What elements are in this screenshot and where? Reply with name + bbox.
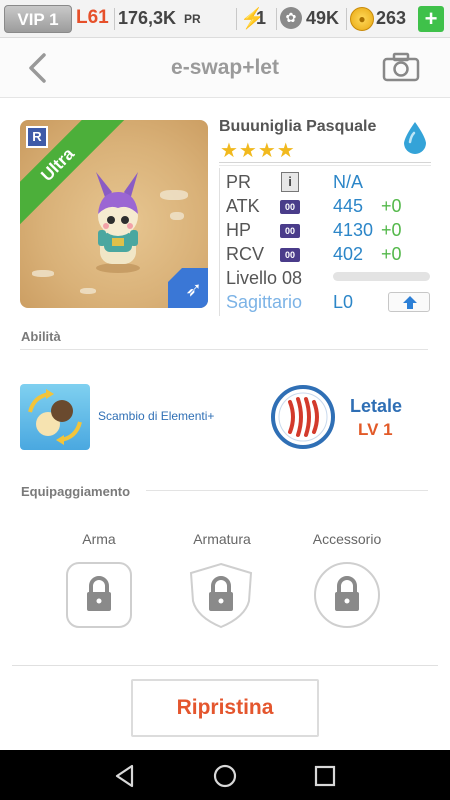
hp-bonus: +0 xyxy=(381,220,402,240)
equipment-section-label: Equipaggiamento xyxy=(21,484,131,499)
monster-name: Buuuniglia Pasquale xyxy=(219,118,377,135)
hp-value: 4130 xyxy=(333,220,374,240)
divider xyxy=(346,8,347,30)
sand-rock xyxy=(170,212,184,220)
r-badge-icon: R xyxy=(26,126,48,148)
power-rating-label: PR xyxy=(184,12,201,26)
armor-slot[interactable] xyxy=(187,561,255,629)
hp-label: HP xyxy=(226,220,252,240)
nav-recents-icon[interactable] xyxy=(312,763,338,789)
paw-value: 49K xyxy=(306,8,340,28)
armor-label: Armatura xyxy=(193,531,251,547)
coin-value: 263 xyxy=(376,8,407,28)
rcv-boost-badge: 00 xyxy=(280,248,300,262)
divider xyxy=(219,162,431,163)
vip-badge[interactable]: VIP 1 xyxy=(4,5,72,33)
rcv-bonus: +0 xyxy=(381,244,402,264)
arrow-up-icon xyxy=(403,296,417,309)
divider xyxy=(114,8,115,30)
paw-icon: ✿ xyxy=(280,7,302,29)
divider xyxy=(236,8,237,30)
rcv-value: 402 xyxy=(333,244,364,264)
star-rating: ★★★★ xyxy=(220,140,296,162)
divider xyxy=(146,490,428,491)
coin-icon: ● xyxy=(350,7,374,31)
monster-card[interactable]: Ultra R ➶ xyxy=(20,120,208,308)
weapon-slot[interactable] xyxy=(65,561,133,629)
level-label: Livello 08 xyxy=(226,268,303,288)
level-progress-bar xyxy=(333,272,430,281)
back-icon[interactable] xyxy=(24,52,52,84)
atk-value: 445 xyxy=(333,196,364,216)
page-title: e-swap+let xyxy=(171,56,279,79)
divider xyxy=(276,8,277,30)
swap-elements-icon xyxy=(28,389,82,445)
zodiac-upgrade-button[interactable] xyxy=(388,292,430,312)
divider xyxy=(219,168,220,316)
pr-value: N/A xyxy=(333,172,364,192)
rcv-label: RCV xyxy=(226,244,265,264)
water-element-icon xyxy=(404,122,426,154)
pr-label: PR xyxy=(226,172,252,192)
accessory-slot[interactable] xyxy=(313,561,381,629)
nav-home-icon[interactable] xyxy=(212,763,238,789)
hp-boost-badge: 00 xyxy=(280,224,300,238)
sand-rock xyxy=(32,270,54,277)
accessory-label: Accessorio xyxy=(312,531,382,547)
nav-back-icon[interactable] xyxy=(112,763,138,789)
atk-boost-badge: 00 xyxy=(280,200,300,214)
divider xyxy=(12,665,438,666)
sand-rock xyxy=(160,190,188,200)
skill-name: Scambio di Elementi+ xyxy=(98,409,215,423)
monster-image xyxy=(96,172,140,273)
atk-label: ATK xyxy=(226,196,260,216)
passive-level: LV 1 xyxy=(358,420,393,439)
system-nav-bar xyxy=(0,750,450,800)
info-icon[interactable]: i xyxy=(281,172,299,192)
skill-icon[interactable] xyxy=(20,384,90,450)
atk-bonus: +0 xyxy=(381,196,402,216)
lethal-claw-icon[interactable] xyxy=(270,384,336,450)
page-header: e-swap+let xyxy=(0,38,450,98)
sagittarius-icon: ➶ xyxy=(185,279,202,301)
power-rating-value: 176,3K xyxy=(118,8,177,28)
energy-value: 1 xyxy=(256,8,267,28)
divider xyxy=(20,349,428,350)
weapon-label: Arma xyxy=(82,531,116,547)
reset-button[interactable]: Ripristina xyxy=(131,679,319,737)
camera-icon[interactable] xyxy=(382,52,420,82)
resource-bar: VIP 1 L61 176,3K PR ⚡ 1 ✿ 49K ● 263 + xyxy=(0,0,450,38)
divider xyxy=(219,165,431,166)
add-coins-button[interactable]: + xyxy=(418,6,444,32)
passive-name: Letale xyxy=(350,396,403,416)
sand-rock xyxy=(80,288,96,294)
abilities-section-label: Abilità xyxy=(21,329,61,344)
zodiac-level: L0 xyxy=(333,292,354,312)
zodiac-label[interactable]: Sagittario xyxy=(226,292,302,313)
player-level: L61 xyxy=(76,7,109,28)
